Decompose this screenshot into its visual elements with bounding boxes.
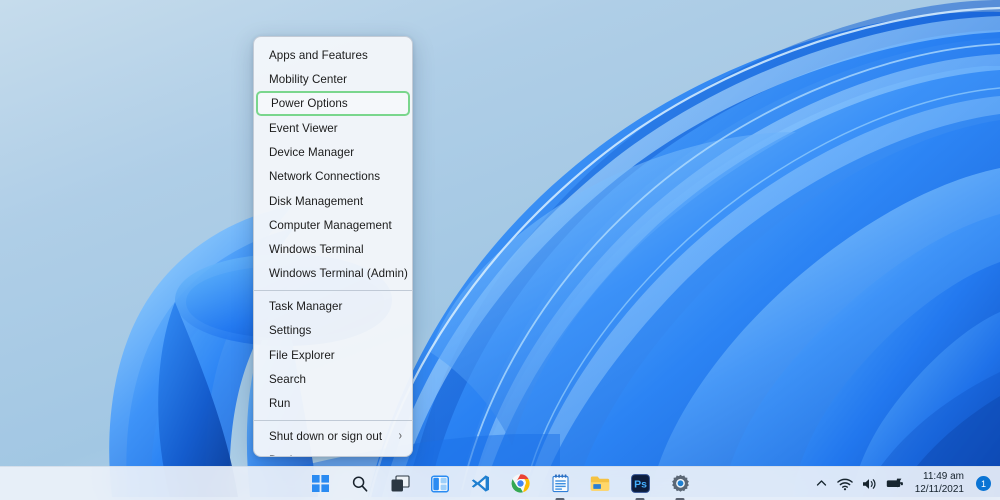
menu-item-apps-and-features[interactable]: Apps and Features [254, 43, 412, 67]
notepad-icon[interactable] [547, 471, 573, 497]
menu-separator-2 [254, 419, 412, 421]
menu-item-network-connections[interactable]: Network Connections [254, 165, 412, 189]
win-x-context-menu[interactable]: Apps and Features Mobility Center Power … [253, 36, 413, 457]
start-icon[interactable] [307, 471, 333, 497]
menu-item-desktop[interactable]: Desktop [254, 449, 412, 456]
menu-item-power-options[interactable]: Power Options [256, 91, 410, 117]
menu-item-label: Event Viewer [269, 121, 338, 135]
menu-item-label: Disk Management [269, 194, 364, 208]
menu-separator-1 [254, 289, 412, 291]
menu-item-label: Apps and Features [269, 48, 368, 62]
menu-item-task-manager[interactable]: Task Manager [254, 295, 412, 319]
menu-item-event-viewer[interactable]: Event Viewer [254, 116, 412, 140]
wifi-icon[interactable] [836, 477, 853, 491]
menu-item-label: Run [269, 397, 291, 411]
menu-item-label: Settings [269, 324, 312, 338]
clock-and-date[interactable]: 11:49 am 12/11/2021 [915, 471, 964, 495]
menu-item-label: Windows Terminal (Admin) [269, 267, 408, 281]
menu-item-file-explorer[interactable]: File Explorer [254, 343, 412, 367]
menu-item-shut-down-or-sign-out[interactable]: Shut down or sign out › [254, 425, 412, 449]
settings-gear-icon[interactable] [667, 471, 693, 497]
widgets-icon[interactable] [427, 471, 453, 497]
search-icon[interactable] [347, 471, 373, 497]
menu-item-label: Task Manager [269, 300, 343, 314]
notification-badge[interactable]: 1 [976, 476, 991, 491]
desktop[interactable]: Apps and Features Mobility Center Power … [0, 0, 1000, 500]
menu-item-run[interactable]: Run [254, 391, 412, 415]
svg-text:Ps: Ps [634, 478, 647, 490]
menu-item-label: Search [269, 372, 307, 386]
menu-item-label: Mobility Center [269, 72, 348, 86]
wallpaper-image [0, 0, 1000, 500]
menu-item-label: Desktop [269, 454, 312, 456]
clock-date: 12/11/2021 [914, 483, 964, 495]
photoshop-icon[interactable]: Ps [627, 471, 653, 497]
menu-item-label: Power Options [271, 97, 348, 111]
menu-item-settings[interactable]: Settings [254, 319, 412, 343]
menu-item-device-manager[interactable]: Device Manager [254, 141, 412, 165]
menu-item-label: Computer Management [269, 218, 392, 232]
show-hidden-icons-chevron-up-icon[interactable] [815, 477, 828, 490]
menu-item-label: Windows Terminal [269, 242, 364, 256]
menu-item-label: File Explorer [269, 348, 335, 362]
clock-time: 11:49 am [923, 471, 964, 483]
battery-icon[interactable] [886, 477, 904, 490]
system-tray: 11:49 am 12/11/2021 1 [815, 467, 994, 500]
taskbar[interactable]: Ps 11:49 am 12/11/2021 1 [0, 466, 1000, 500]
chrome-icon[interactable] [507, 471, 533, 497]
menu-item-windows-terminal[interactable]: Windows Terminal [254, 237, 412, 261]
volume-speaker-icon[interactable] [862, 477, 877, 491]
menu-item-label: Shut down or sign out [269, 430, 383, 444]
taskbar-icon-group: Ps [307, 467, 693, 500]
menu-item-label: Network Connections [269, 170, 381, 184]
menu-item-mobility-center[interactable]: Mobility Center [254, 67, 412, 91]
chevron-right-icon: › [398, 429, 402, 443]
task-view-icon[interactable] [387, 471, 413, 497]
file-explorer-icon[interactable] [587, 471, 613, 497]
notification-count: 1 [980, 478, 986, 489]
vs-code-icon[interactable] [467, 471, 493, 497]
menu-item-label: Device Manager [269, 146, 355, 160]
menu-item-windows-terminal-admin[interactable]: Windows Terminal (Admin) [254, 262, 412, 286]
menu-item-search[interactable]: Search [254, 367, 412, 391]
menu-item-disk-management[interactable]: Disk Management [254, 189, 412, 213]
menu-item-computer-management[interactable]: Computer Management [254, 213, 412, 237]
